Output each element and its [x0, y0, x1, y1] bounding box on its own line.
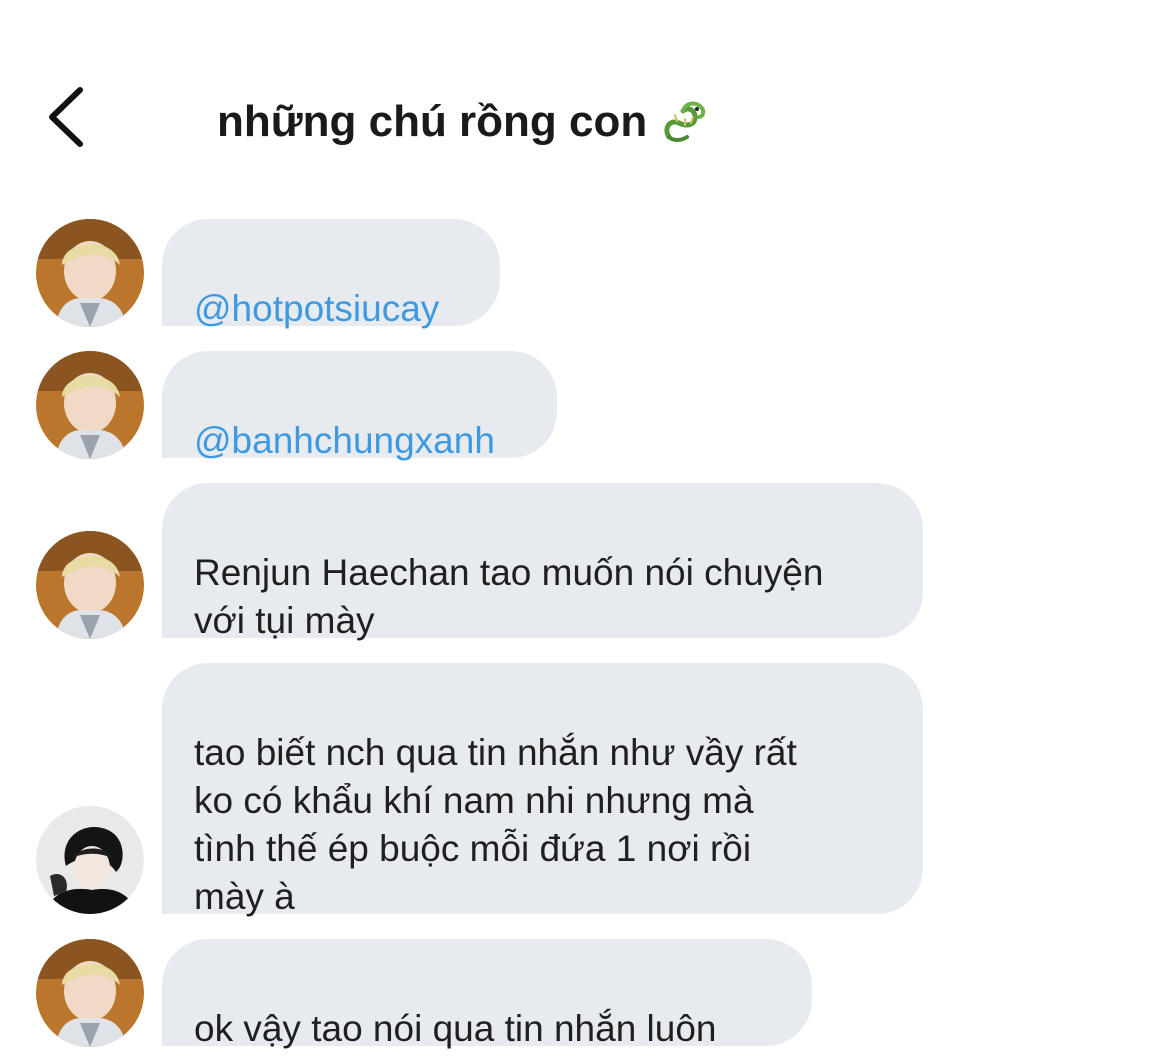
message-bubble[interactable]: tao biết nch qua tin nhắn như vầy rất ko… [162, 663, 923, 917]
avatar[interactable] [36, 219, 144, 327]
dragon-emoji-icon [659, 97, 709, 147]
chat-header: những chú rồng con [0, 0, 1169, 190]
message-bubble[interactable]: ok vậy tao nói qua tin nhắn luôn [162, 939, 812, 1049]
message-text: tao biết nch qua tin nhắn như vầy rất ko… [194, 732, 797, 917]
message-text: ok vậy tao nói qua tin nhắn luôn [194, 1008, 717, 1049]
mention-link[interactable]: @banhchungxanh [194, 420, 495, 461]
message-bubble-mention[interactable]: @banhchungxanh [162, 351, 557, 461]
avatar[interactable] [36, 531, 144, 639]
message-bubble-mention[interactable]: @hotpotsiucay [162, 219, 500, 329]
mention-link[interactable]: @hotpotsiucay [194, 288, 439, 329]
chevron-left-icon [49, 87, 83, 147]
avatar[interactable] [36, 351, 144, 459]
avatar[interactable] [36, 939, 144, 1047]
message-text: Renjun Haechan tao muốn nói chuyện với t… [194, 552, 824, 641]
chat-title[interactable]: những chú rồng con [217, 94, 709, 150]
back-button[interactable] [38, 80, 98, 156]
avatar[interactable] [36, 806, 144, 914]
message-bubble[interactable]: Renjun Haechan tao muốn nói chuyện với t… [162, 483, 923, 641]
chat-title-text: những chú rồng con [217, 97, 648, 146]
